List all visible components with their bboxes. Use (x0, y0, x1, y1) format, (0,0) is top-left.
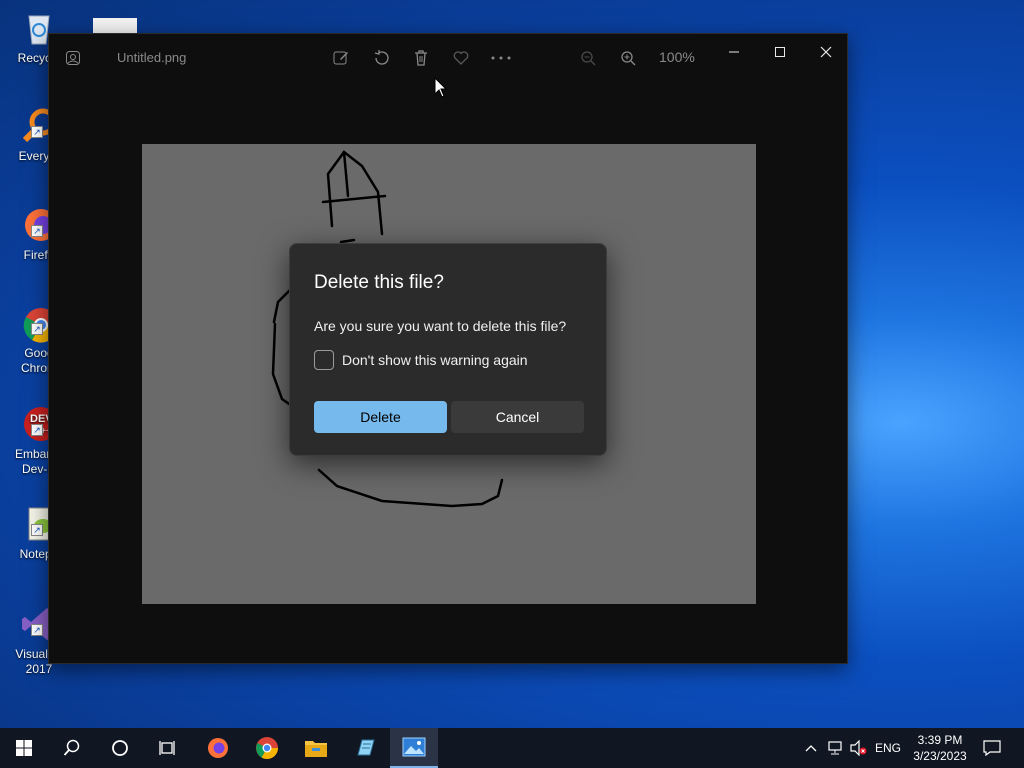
network-icon[interactable] (824, 728, 846, 768)
cortana-icon[interactable] (96, 728, 144, 768)
delete-button[interactable]: Delete (314, 401, 447, 433)
rotate-icon[interactable] (369, 46, 393, 70)
task-view-icon[interactable] (144, 728, 192, 768)
photos-taskbar-icon[interactable] (390, 728, 438, 768)
mouse-cursor-icon (434, 76, 448, 99)
shortcut-arrow-icon: ↗ (31, 323, 43, 335)
zoom-level[interactable]: 100% (659, 49, 695, 65)
notepad-taskbar-icon[interactable] (341, 728, 389, 768)
minimize-icon[interactable] (711, 38, 757, 66)
dialog-message: Are you sure you want to delete this fil… (314, 318, 567, 334)
dont-show-again-checkbox[interactable] (314, 350, 334, 370)
file-explorer-icon[interactable] (292, 728, 340, 768)
windows-logo-icon (16, 740, 32, 756)
clock-time: 3:39 PM (917, 733, 963, 747)
more-icon[interactable] (489, 46, 513, 70)
favorite-icon[interactable] (449, 46, 473, 70)
shortcut-arrow-icon: ↗ (31, 624, 43, 636)
language-indicator[interactable]: ENG (872, 728, 904, 768)
volume-muted-icon[interactable] (848, 728, 870, 768)
firefox-taskbar-icon[interactable] (194, 728, 242, 768)
edit-icon[interactable] (329, 46, 353, 70)
shortcut-arrow-icon: ↗ (31, 424, 43, 436)
zoom-in-icon[interactable] (616, 46, 640, 70)
cancel-button[interactable]: Cancel (451, 401, 584, 433)
shortcut-arrow-icon: ↗ (31, 524, 43, 536)
window-title: Untitled.png (117, 50, 187, 65)
show-hidden-icons-chevron-icon[interactable] (800, 728, 822, 768)
start-button[interactable] (0, 728, 48, 768)
zoom-out-icon[interactable] (576, 46, 600, 70)
taskbar: ENG 3:39 PM 3/23/2023 (0, 728, 1024, 768)
clock-date: 3/23/2023 (913, 749, 967, 763)
delete-confirm-dialog: Delete this file? Are you sure you want … (289, 243, 607, 456)
search-icon[interactable] (48, 728, 96, 768)
notifications-icon[interactable] (976, 728, 1008, 768)
shortcut-arrow-icon: ↗ (31, 225, 43, 237)
chrome-taskbar-icon[interactable] (243, 728, 291, 768)
maximize-icon[interactable] (757, 38, 803, 66)
dialog-title: Delete this file? (314, 272, 444, 293)
system-clock[interactable]: 3:39 PM 3/23/2023 (908, 732, 972, 764)
image-app-icon (65, 50, 81, 66)
dont-show-again-row[interactable]: Don't show this warning again (314, 350, 528, 370)
delete-icon[interactable] (409, 46, 433, 70)
dont-show-again-label[interactable]: Don't show this warning again (342, 352, 528, 368)
desktop-icon-paint-thumb (93, 18, 137, 34)
window-titlebar[interactable]: Untitled.png 100% (49, 34, 847, 82)
shortcut-arrow-icon: ↗ (31, 126, 43, 138)
close-icon[interactable] (803, 38, 849, 66)
